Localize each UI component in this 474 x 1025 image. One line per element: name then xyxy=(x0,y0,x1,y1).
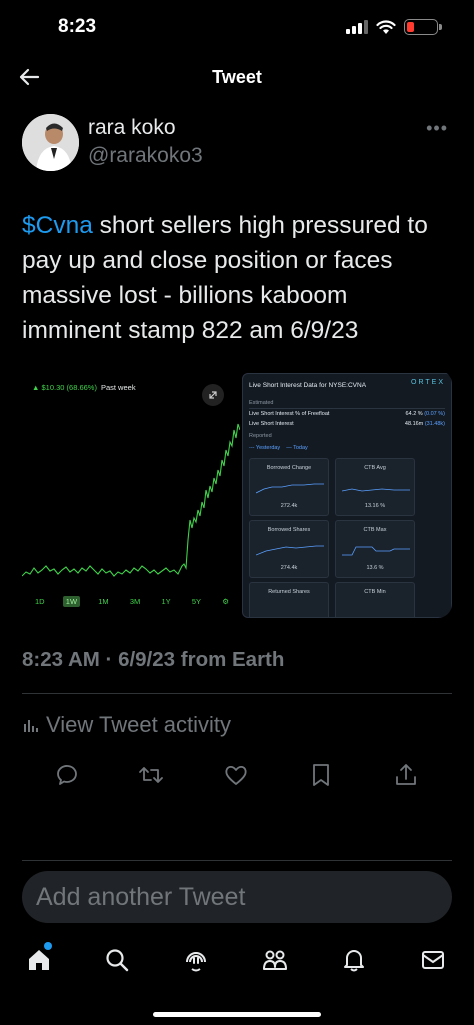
cashtag-link[interactable]: $Cvna xyxy=(22,212,93,239)
tweet-timestamp: 8:23 AM · 6/9/23 from Earth xyxy=(22,648,285,671)
author-name[interactable]: rara koko xyxy=(88,116,176,140)
avatar[interactable] xyxy=(22,114,79,171)
divider xyxy=(22,693,452,694)
divider xyxy=(22,860,452,861)
price-line xyxy=(22,423,240,577)
tab-home[interactable] xyxy=(19,938,59,982)
view-activity-link[interactable]: View Tweet activity xyxy=(22,712,231,738)
bookmark-icon[interactable] xyxy=(306,760,336,790)
range-5y[interactable]: 5Y xyxy=(189,596,204,607)
home-icon xyxy=(29,950,49,970)
tab-notifications[interactable] xyxy=(334,938,374,982)
tab-messages[interactable] xyxy=(413,938,453,982)
range-selector: 1D 1W 1M 3M 1Y 5Y ⚙ xyxy=(32,596,232,607)
range-1d[interactable]: 1D xyxy=(32,596,48,607)
messages-icon xyxy=(422,951,444,969)
bottom-tab-bar xyxy=(0,938,474,982)
wifi-icon xyxy=(376,19,396,34)
short-interest-freefloat-row: Live Short Interest % of Freefloat 64.2 … xyxy=(249,411,445,417)
analytics-icon xyxy=(24,720,38,732)
like-icon[interactable] xyxy=(221,760,251,790)
notifications-icon xyxy=(344,950,364,972)
communities-icon xyxy=(263,950,287,970)
reported-label: Reported xyxy=(249,433,272,439)
range-1m[interactable]: 1M xyxy=(95,596,111,607)
signal-icon xyxy=(346,20,368,34)
activity-label: View Tweet activity xyxy=(46,712,232,737)
tweet-actions xyxy=(0,760,474,790)
range-1y[interactable]: 1Y xyxy=(158,596,173,607)
share-icon[interactable] xyxy=(391,760,421,790)
page-title: Tweet xyxy=(212,67,262,87)
compose-placeholder: Add another Tweet xyxy=(36,883,246,911)
tab-communities[interactable] xyxy=(255,938,295,982)
status-time: 8:23 xyxy=(58,16,97,37)
status-bar: 8:23 xyxy=(0,0,474,56)
ortex-title: Live Short Interest Data for NYSE:CVNA xyxy=(249,382,367,389)
more-options-icon[interactable]: ••• xyxy=(426,118,448,139)
tile-ctb-max: CTB Max 13.6 % xyxy=(335,520,415,578)
reply-icon[interactable] xyxy=(52,760,82,790)
stock-chart: ▲ $10.30 (68.66%) Past week 1D 1W 1M 3M 1… xyxy=(22,370,240,618)
range-3m[interactable]: 3M xyxy=(127,596,143,607)
estimated-label: Estimated xyxy=(249,400,274,406)
tile-ctb-min: CTB Min xyxy=(335,582,415,617)
tweet-media[interactable]: ▲ $10.30 (68.66%) Past week 1D 1W 1M 3M 1… xyxy=(22,370,452,618)
retweet-icon[interactable] xyxy=(136,760,166,790)
tab-search[interactable] xyxy=(97,938,137,982)
tile-borrowed-shares: Borrowed Shares 274.4k xyxy=(249,520,329,578)
tile-ctb-avg: CTB Avg 13.16 % xyxy=(335,458,415,516)
short-interest-row: Live Short Interest 48.16m (31.48k) xyxy=(249,421,445,427)
ortex-panel: Live Short Interest Data for NYSE:CVNA O… xyxy=(242,373,452,618)
reply-compose[interactable]: Add another Tweet xyxy=(22,871,452,923)
battery-icon xyxy=(404,19,442,35)
search-icon xyxy=(106,949,129,972)
settings-icon[interactable]: ⚙ xyxy=(219,596,232,607)
status-icons xyxy=(346,19,442,35)
notification-dot xyxy=(44,942,52,950)
tile-returned-shares: Returned Shares xyxy=(249,582,329,617)
range-1w[interactable]: 1W xyxy=(62,596,81,607)
tweet-text: $Cvna short sellers high pressured to pa… xyxy=(22,208,452,348)
spaces-icon xyxy=(186,952,206,972)
chart-legend: --- Yesterday — Today xyxy=(249,445,308,451)
author-handle[interactable]: @rarakoko3 xyxy=(88,144,203,168)
tab-spaces[interactable] xyxy=(176,938,216,982)
ortex-logo: ORTEX xyxy=(411,379,445,386)
tile-borrowed-change: Borrowed Change 272.4k xyxy=(249,458,329,516)
top-bar: Tweet xyxy=(0,56,474,100)
tweet-author: rara koko @rarakoko3 ••• xyxy=(22,114,452,174)
home-indicator xyxy=(153,1012,321,1017)
